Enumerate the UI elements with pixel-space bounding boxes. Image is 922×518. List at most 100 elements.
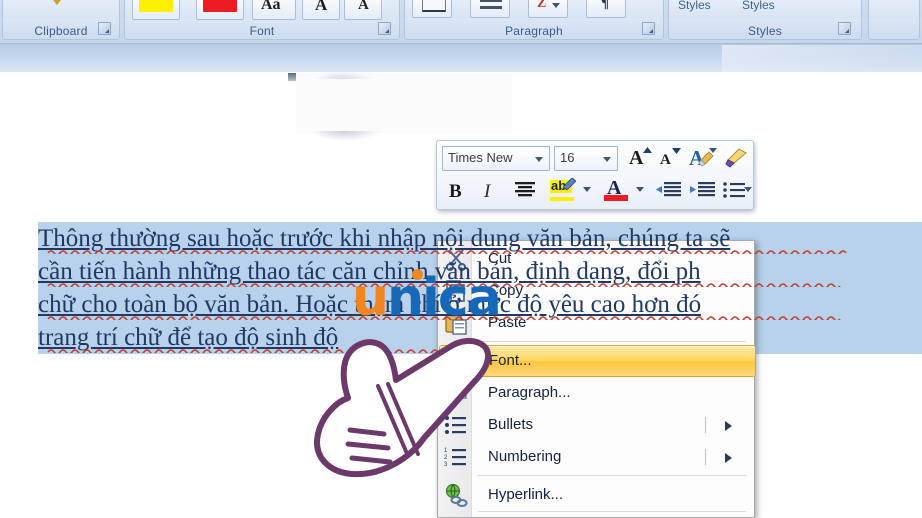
paragraph-icon: ¶ (444, 381, 468, 405)
bold-b-icon: B (449, 182, 462, 201)
chevron-right-icon[interactable] (725, 453, 732, 463)
spellcheck-squiggle-icon (38, 348, 922, 353)
mini-toolbar-row-1: Times New 16 A A A (437, 144, 755, 178)
grow-font-button[interactable]: A (625, 145, 651, 171)
styles-gallery-item-2[interactable]: Styles (742, 0, 775, 12)
format-painter-icon (725, 148, 747, 168)
font-name-value: Times New (448, 150, 513, 165)
ribbon-shading-button[interactable] (470, 0, 510, 18)
ribbon-shrink-font-button[interactable]: A (344, 0, 382, 20)
ribbon-sort-button[interactable]: Z (528, 0, 568, 18)
ribbon-group-paragraph-label: Paragraph (405, 24, 663, 38)
decrease-indent-icon (655, 182, 681, 198)
format-painter-button[interactable] (723, 145, 749, 171)
text-effects-button[interactable]: A (687, 145, 713, 171)
document-line-text: cần tiến hành những thao tác căn chỉnh v… (38, 258, 701, 285)
font-color-button[interactable]: A (601, 177, 631, 203)
borders-icon (422, 0, 446, 12)
shrink-font-icon: A (358, 0, 369, 13)
svg-text:¶: ¶ (460, 386, 468, 401)
align-center-icon (514, 182, 536, 198)
spellcheck-squiggle-icon (38, 282, 922, 287)
context-menu-item-label: Font... (489, 352, 532, 369)
ribbon-group-font-label: Font (125, 24, 399, 38)
panel-bottom-nub (310, 131, 380, 141)
font-color-swatch (203, 0, 237, 12)
sort-dropdown-chevron-icon[interactable] (552, 3, 560, 8)
word-window: Clipboard Font Aa A A Par (0, 0, 922, 518)
context-menu-item-label: Bullets (488, 416, 533, 433)
font-size-combo[interactable]: 16 (554, 146, 618, 171)
increase-indent-icon (689, 182, 715, 198)
arrow-up-icon (643, 147, 652, 157)
font-color-swatch-red (604, 195, 628, 201)
change-case-icon: Aa (261, 0, 281, 13)
document-line-text: chữ cho toàn bộ văn bản. Hoặc thậm chí ở… (38, 291, 701, 318)
clipboard-dialog-launcher-icon[interactable] (98, 22, 111, 35)
ribbon-grow-font-button[interactable]: A (302, 0, 340, 20)
panel-left-edge (288, 73, 296, 81)
font-dialog-launcher-icon[interactable] (378, 22, 391, 35)
highlight-underline-swatch (550, 197, 574, 201)
svg-text:3: 3 (444, 462, 448, 468)
highlight-chevron-down-icon[interactable] (583, 187, 591, 192)
bullets-chevron-down-icon[interactable] (744, 187, 752, 192)
workspace-background (0, 45, 922, 72)
ribbon-show-marks-button[interactable]: ¶ (586, 0, 626, 18)
context-menu-item-numbering[interactable]: 1 2 3 Numbering (439, 441, 754, 473)
sort-icon: Z (537, 0, 546, 11)
ribbon-change-case-button[interactable]: Aa (252, 0, 296, 20)
ribbon-borders-button[interactable] (412, 0, 452, 18)
context-menu-item-hyperlink[interactable]: Hyperlink... (439, 479, 754, 511)
submenu-divider (705, 449, 706, 465)
context-menu-item-label: Numbering (488, 448, 561, 465)
submenu-divider (705, 417, 706, 433)
chevron-right-icon[interactable] (725, 421, 732, 431)
pilcrow-icon: ¶ (601, 0, 609, 11)
context-menu-item-bullets[interactable]: Bullets (439, 409, 754, 441)
ribbon-group-styles-label: Styles (669, 24, 861, 38)
grow-font-icon: A (315, 0, 327, 13)
context-menu-separator (478, 341, 746, 342)
font-size-chevron-down-icon[interactable] (603, 157, 611, 162)
shading-icon (480, 0, 502, 2)
decrease-indent-button[interactable] (653, 177, 683, 203)
italic-i-icon: I (484, 182, 490, 201)
styles-gallery-item-1[interactable]: Styles (678, 0, 711, 12)
mini-toolbar-row-2: B I ab (437, 177, 755, 211)
text-highlight-button[interactable]: ab (547, 177, 579, 203)
shrink-font-a-icon: A (660, 153, 671, 168)
document-line[interactable]: cần tiến hành những thao tác căn chỉnh v… (38, 255, 922, 288)
bullets-icon (723, 182, 745, 198)
highlight-color-swatch (139, 0, 173, 12)
mini-format-toolbar[interactable]: Times New 16 A A A (436, 140, 754, 210)
increase-indent-button[interactable] (687, 177, 717, 203)
svg-text:1: 1 (444, 448, 448, 454)
arrow-down-icon (672, 148, 681, 158)
text-effects-chevron-down-icon[interactable] (709, 148, 717, 153)
center-align-button[interactable] (511, 177, 537, 203)
ribbon-text-highlight-button[interactable] (132, 0, 180, 20)
grow-font-a-icon: A (629, 148, 643, 168)
shrink-font-button[interactable]: A (655, 145, 681, 171)
bold-button[interactable]: B (441, 177, 467, 203)
numbering-icon: 1 2 3 (444, 445, 468, 469)
font-color-chevron-down-icon[interactable] (636, 187, 644, 192)
hyperlink-icon (444, 483, 468, 507)
context-menu-item-paragraph[interactable]: ¶ Paragraph... (439, 377, 754, 409)
context-menu-item-label: Hyperlink... (488, 486, 563, 503)
paste-dropdown-chevron-icon[interactable] (50, 0, 64, 5)
italic-button[interactable]: I (475, 177, 501, 203)
document-line[interactable]: Thông thường sau hoặc trước khi nhập nội… (38, 222, 922, 255)
font-name-combo[interactable]: Times New (442, 146, 550, 171)
ribbon-font-color-button[interactable] (196, 0, 244, 20)
paragraph-dialog-launcher-icon[interactable] (642, 22, 655, 35)
context-menu-separator (478, 475, 746, 476)
font-size-value: 16 (560, 150, 574, 165)
svg-text:2: 2 (444, 455, 448, 461)
styles-dialog-launcher-icon[interactable] (838, 22, 851, 35)
ribbon-group-clipboard: Clipboard (2, 0, 120, 40)
font-name-chevron-down-icon[interactable] (535, 157, 543, 162)
document-line-text: Thông thường sau hoặc trước khi nhập nội… (38, 225, 730, 252)
document-line[interactable]: chữ cho toàn bộ văn bản. Hoặc thậm chí ở… (38, 288, 922, 321)
